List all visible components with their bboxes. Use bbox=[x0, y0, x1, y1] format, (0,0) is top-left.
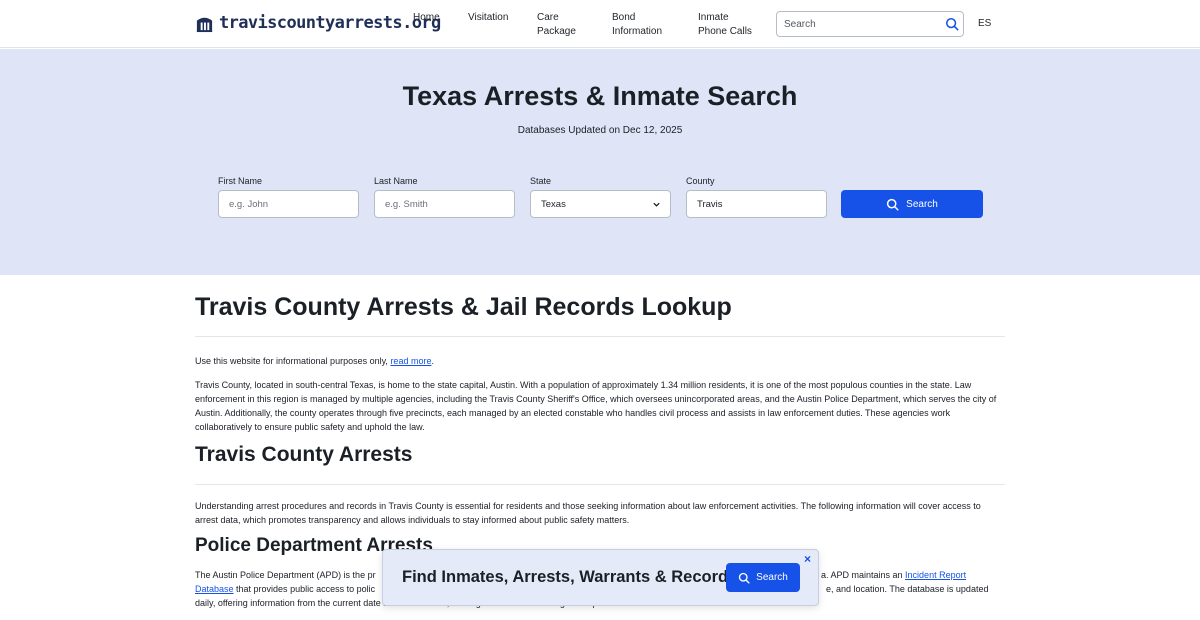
site-logo[interactable]: traviscountyarrests.org bbox=[195, 13, 441, 33]
last-name-label: Last Name bbox=[374, 176, 418, 186]
intro-paragraph: Travis County, located in south-central … bbox=[195, 380, 997, 432]
state-select[interactable]: Texas bbox=[530, 190, 671, 218]
database-link[interactable]: Database bbox=[195, 584, 234, 594]
header-search bbox=[776, 11, 964, 37]
county-field bbox=[686, 190, 827, 218]
arrests-paragraph: Understanding arrest procedures and reco… bbox=[195, 501, 981, 525]
apd-line-2-end: e, and location. The database is updated bbox=[826, 584, 989, 594]
popup-title: Find Inmates, Arrests, Warrants & Record… bbox=[402, 568, 738, 586]
search-icon[interactable] bbox=[945, 17, 959, 31]
divider bbox=[195, 484, 1005, 485]
last-name-field bbox=[374, 190, 515, 218]
nav-visitation[interactable]: Visitation bbox=[468, 11, 508, 25]
apd-line-2-text: that provides public access to polic bbox=[233, 584, 376, 594]
chevron-down-icon bbox=[653, 202, 660, 207]
search-icon bbox=[887, 198, 899, 211]
first-name-input[interactable] bbox=[229, 198, 349, 210]
search-popup: Find Inmates, Arrests, Warrants & Record… bbox=[382, 549, 819, 606]
apd-line-1-start: The Austin Police Department (APD) is th… bbox=[195, 570, 376, 580]
incident-report-link[interactable]: Incident Report bbox=[905, 570, 966, 580]
hero-title: Texas Arrests & Inmate Search bbox=[402, 81, 798, 111]
hero-search-button-label: Search bbox=[906, 198, 938, 210]
page-heading: Travis County Arrests & Jail Records Loo… bbox=[195, 293, 732, 321]
nav-care-package[interactable]: Care Package bbox=[537, 11, 587, 39]
hero-section: Texas Arrests & Inmate Search Databases … bbox=[0, 49, 1200, 275]
last-name-input[interactable] bbox=[385, 198, 505, 210]
popup-search-button[interactable]: Search bbox=[726, 563, 800, 592]
apd-line-1-end-text: a. APD maintains an bbox=[821, 570, 906, 580]
disclaimer-text: Use this website for informational purpo… bbox=[195, 354, 1005, 368]
read-more-link[interactable]: read more bbox=[390, 356, 431, 366]
nav-bond-information[interactable]: Bond Information bbox=[612, 11, 672, 39]
state-label: State bbox=[530, 176, 552, 186]
arrests-heading: Travis County Arrests bbox=[195, 443, 413, 466]
language-toggle[interactable]: ES bbox=[978, 18, 991, 29]
logo-text: traviscountyarrests.org bbox=[219, 13, 441, 33]
county-input[interactable] bbox=[697, 198, 817, 210]
apd-line-2-start: Database that provides public access to … bbox=[195, 582, 375, 596]
apd-line-1-end: a. APD maintains an Incident Report bbox=[821, 568, 966, 582]
disclaimer-suffix: . bbox=[431, 356, 434, 366]
database-updated-text: Databases Updated on Dec 12, 2025 bbox=[517, 125, 683, 136]
hero-search-button[interactable]: Search bbox=[841, 190, 983, 218]
popup-search-button-label: Search bbox=[756, 572, 788, 583]
nav-home[interactable]: Home bbox=[413, 11, 440, 25]
first-name-field bbox=[218, 190, 359, 218]
first-name-label: First Name bbox=[218, 176, 263, 186]
divider bbox=[195, 336, 1005, 337]
close-icon[interactable]: × bbox=[804, 553, 811, 565]
header-search-input[interactable] bbox=[777, 12, 937, 36]
county-label: County bbox=[686, 176, 715, 186]
state-selected-value: Texas bbox=[541, 198, 566, 210]
search-icon bbox=[738, 572, 750, 584]
nav-inmate-phone-calls[interactable]: Inmate Phone Calls bbox=[698, 11, 760, 39]
disclaimer-prefix: Use this website for informational purpo… bbox=[195, 356, 391, 366]
site-header: traviscountyarrests.org Home Visitation … bbox=[0, 0, 1200, 48]
logo-icon bbox=[196, 17, 213, 32]
